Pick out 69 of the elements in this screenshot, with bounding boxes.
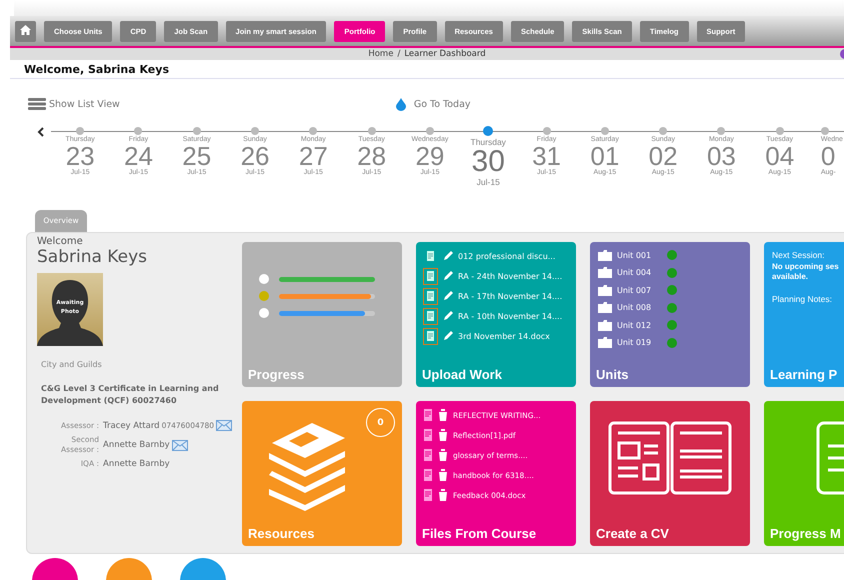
unit-link[interactable]: Unit 019 bbox=[617, 338, 662, 347]
file-link[interactable]: 3rd November 14.docx bbox=[458, 332, 550, 340]
trash-icon[interactable] bbox=[438, 409, 448, 421]
file-link[interactable]: RA - 10th November 14.... bbox=[458, 312, 562, 320]
go-to-today-link[interactable]: Go To Today bbox=[396, 98, 471, 110]
dashboard-tile[interactable]: Create a CV bbox=[590, 401, 750, 546]
books-icon bbox=[267, 423, 347, 513]
document-icon bbox=[423, 409, 433, 421]
tile-title: Create a CV bbox=[596, 526, 669, 541]
folder-icon bbox=[598, 250, 612, 260]
contact-name: Annette Barnby bbox=[103, 440, 170, 450]
mail-icon[interactable] bbox=[216, 420, 232, 431]
unit-link[interactable]: Unit 007 bbox=[617, 286, 662, 294]
document-icon bbox=[423, 469, 433, 481]
tile-title: Upload Work bbox=[422, 367, 502, 382]
drop-icon bbox=[396, 98, 406, 110]
trash-icon[interactable] bbox=[438, 429, 448, 441]
awarding-body: City and Guilds bbox=[41, 360, 103, 369]
breadcrumb-current: Learner Dashboard bbox=[404, 49, 486, 59]
planning-notes-label: Planning Notes: bbox=[772, 294, 834, 304]
qualification-title: C&G Level 3 Certificate in Learning and Development (QCF) 60027460 bbox=[41, 383, 220, 407]
list-view-link[interactable]: Show List View bbox=[28, 98, 120, 110]
dashboard-tile[interactable]: 0 Resources bbox=[242, 401, 402, 546]
unit-link[interactable]: Unit 004 bbox=[617, 268, 662, 277]
trash-icon[interactable] bbox=[438, 469, 448, 481]
contact-name: Annette Barnby bbox=[103, 459, 170, 469]
tile-title: Learning P bbox=[770, 367, 838, 382]
unit-link[interactable]: Unit 008 bbox=[617, 303, 662, 312]
breadcrumb-link[interactable]: Home bbox=[368, 49, 394, 59]
folder-icon bbox=[598, 320, 612, 330]
dashboard-tile[interactable]: Unit 001 Unit 004 Unit 007 Unit 008 Unit 012 Unit 019 Units bbox=[590, 242, 750, 387]
document-icon bbox=[423, 429, 433, 441]
file-link[interactable]: RA - 24th November 14.... bbox=[458, 272, 562, 280]
tile-title: Progress M bbox=[770, 526, 841, 541]
folder-icon bbox=[598, 302, 612, 313]
trash-icon[interactable] bbox=[438, 449, 448, 461]
timeline-day[interactable]: Thursday 30 Jul-15 bbox=[459, 127, 518, 193]
learner-name: Sabrina Keys bbox=[37, 247, 148, 267]
folder-icon bbox=[598, 267, 612, 278]
breadcrumb-separator: / bbox=[397, 49, 400, 59]
tile-title: Files From Course bbox=[422, 526, 536, 541]
home-icon bbox=[20, 25, 31, 35]
document-icon bbox=[423, 489, 433, 501]
mail-icon[interactable] bbox=[172, 440, 188, 450]
folder-icon bbox=[598, 337, 612, 348]
home-button[interactable] bbox=[15, 20, 36, 42]
count-badge: 0 bbox=[366, 408, 395, 437]
dashboard-tile[interactable]: Next Session: No upcoming ses available. Planning Notes: Learning P bbox=[764, 242, 844, 387]
document-icon bbox=[423, 449, 433, 461]
unit-link[interactable]: Unit 012 bbox=[617, 320, 662, 330]
contact-name: Tracey Attard bbox=[103, 420, 160, 430]
welcome-label: Welcome bbox=[37, 236, 84, 247]
dashboard-tile[interactable]: 012 professional discu... RA - 24th November 14.... RA - 17th November 14.... RA - 10th November 14.... 3rd November 14.docx Upload Work bbox=[416, 242, 576, 387]
tile-title: Units bbox=[596, 367, 628, 382]
folder-icon bbox=[598, 284, 612, 296]
page-title: Welcome, Sabrina Keys bbox=[24, 62, 169, 76]
document-layout-icon bbox=[608, 421, 732, 495]
file-link[interactable]: 012 professional discu... bbox=[458, 252, 556, 260]
next-session-value: No upcoming ses available. bbox=[772, 262, 840, 282]
next-session-label: Next Session: bbox=[772, 250, 826, 260]
tile-title: Resources bbox=[248, 526, 314, 541]
file-link[interactable]: RA - 17th November 14.... bbox=[458, 292, 562, 300]
tile-title: Progress bbox=[248, 367, 304, 382]
unit-link[interactable]: Unit 001 bbox=[617, 250, 662, 260]
trash-icon[interactable] bbox=[438, 489, 448, 501]
dashboard-tile[interactable]: Progress M bbox=[764, 401, 844, 546]
list-icon bbox=[28, 98, 46, 110]
document-icon bbox=[816, 421, 844, 495]
dashboard-tile[interactable]: Progress bbox=[242, 242, 402, 387]
